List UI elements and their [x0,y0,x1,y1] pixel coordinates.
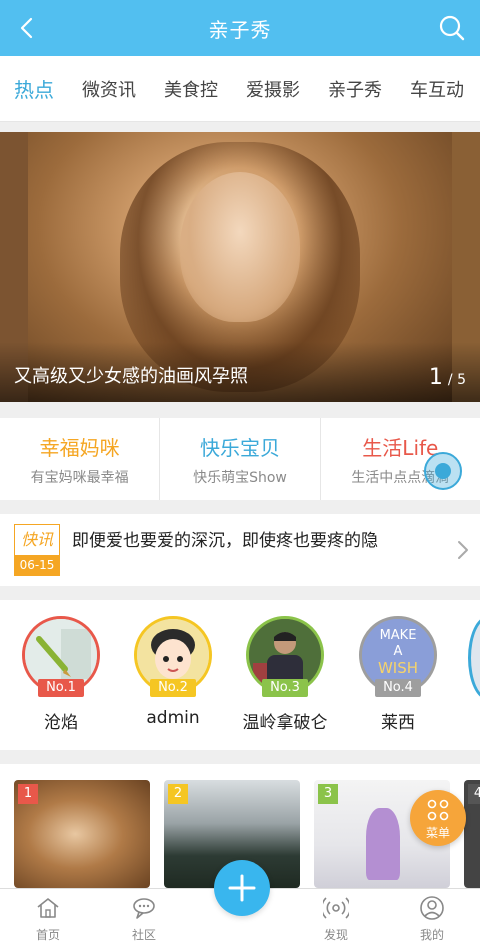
news-headline: 即便爱也要爱的深沉，即使疼也要疼的隐 [72,531,378,551]
avatar-text-make: MAKE [380,628,417,643]
nav-profile[interactable]: 我的 [402,895,462,943]
top-bar: 亲子秀 [0,0,480,56]
category-tabs: 热点 微资讯 美食控 爱摄影 亲子秀 车互动 [0,56,480,122]
category-subtitle: 有宝妈咪最幸福 [30,470,129,486]
user-name: 沧焰 [44,713,78,733]
banner-carousel[interactable]: 又高级又少女感的油画风孕照 1 / 5 [0,132,480,402]
post-button[interactable] [214,860,270,916]
menu-label: 菜单 [425,826,450,840]
pager-total: / 5 [447,372,466,388]
photo-thumb[interactable]: 1 [14,780,150,888]
avatar-text-a: A [394,644,403,659]
news-badge: 快讯 06-15 [14,524,60,576]
category-name: 幸福妈咪 [39,436,120,460]
tab-news[interactable]: 微资讯 [68,76,150,102]
nav-home-label: 首页 [35,928,60,942]
rank-badge: No.2 [150,679,196,697]
category-happy-mom[interactable]: 幸福妈咪 有宝妈咪最幸福 [0,418,161,500]
thumb-rank: 4 [468,784,480,804]
pager-current: 1 [428,365,443,390]
thumb-figure [366,808,400,880]
app-screen: 亲子秀 热点 微资讯 美食控 爱摄影 亲子秀 车互动 又高级又少女感的油画风孕照… [0,0,480,947]
rank-badge: No.4 [375,679,421,697]
nav-community-label: 社区 [131,928,156,942]
nav-discover-label: 发现 [323,928,348,942]
search-icon[interactable] [436,12,468,44]
grid-menu-icon [427,799,449,821]
home-icon [37,898,59,918]
banner-caption: 又高级又少女感的油画风孕照 [14,366,248,387]
avatar-text-wish: WISH [378,659,418,677]
tab-hot[interactable]: 热点 [0,74,68,103]
category-happy-baby[interactable]: 快乐宝贝 快乐萌宝Show [160,418,321,500]
photo-thumb[interactable]: 4 [464,780,480,888]
news-badge-label: 快讯 [15,525,59,555]
user-card[interactable]: No.3 温岭拿破仑 [240,616,330,733]
user-card[interactable]: No.2 admin [128,616,218,728]
user-icon [420,896,444,920]
nav-discover[interactable]: 发现 [306,895,366,943]
chat-icon [133,898,155,919]
thumb-rank: 1 [18,784,38,804]
news-badge-date: 06-15 [15,555,59,575]
rank-badge: No.1 [38,679,84,697]
banner-face [180,172,300,322]
banner-pager: 1 / 5 [429,365,466,390]
tab-food[interactable]: 美食控 [150,76,232,102]
category-name: 快乐宝贝 [199,436,280,460]
nav-profile-label: 我的 [419,928,444,942]
user-name: 温岭拿破仑 [242,713,328,733]
thumb-rank: 3 [318,784,338,804]
menu-button[interactable]: 菜单 [410,790,466,846]
plus-icon [228,874,256,902]
broadcast-icon [321,897,351,919]
news-flash[interactable]: 快讯 06-15 即便爱也要爱的深沉，即使疼也要疼的隐 [0,514,480,586]
feature-categories: 幸福妈咪 有宝妈咪最幸福 快乐宝贝 快乐萌宝Show 生活Life 生活中点点滴… [0,418,480,500]
tab-parenting[interactable]: 亲子秀 [314,76,396,102]
chevron-right-icon [458,541,468,559]
nav-community[interactable]: 社区 [114,895,174,943]
tab-car[interactable]: 车互动 [396,76,478,102]
nav-home[interactable]: 首页 [18,895,78,943]
user-name: 莱西 [381,713,415,733]
tab-photo[interactable]: 爱摄影 [232,76,314,102]
category-subtitle: 快乐萌宝Show [193,470,287,486]
top-users: No.1 沧焰 No.2 admin No.3 温岭拿破仑 MAKE A WIS… [0,600,480,750]
thumb-rank: 2 [168,784,188,804]
assistive-touch-icon[interactable] [424,452,462,490]
user-card[interactable]: No.1 沧焰 [16,616,106,733]
rank-badge: No.3 [262,679,308,697]
user-name: admin [146,708,200,728]
user-card[interactable]: MAKE A WISH No.4 莱西 [353,616,443,733]
page-title: 亲子秀 [208,18,272,42]
user-card-partial[interactable] [468,616,480,700]
